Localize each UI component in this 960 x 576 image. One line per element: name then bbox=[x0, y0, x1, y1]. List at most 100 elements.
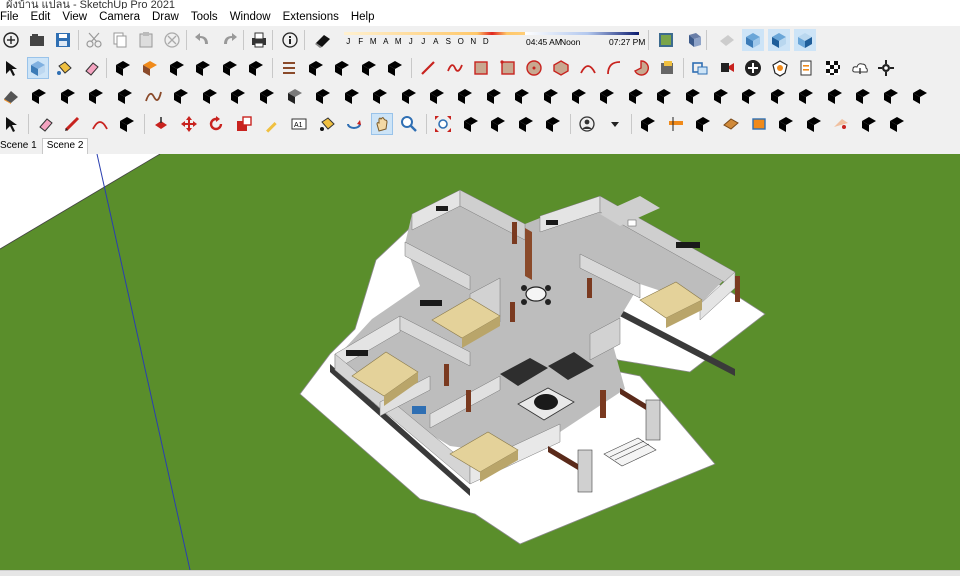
orbit-section-button[interactable] bbox=[716, 29, 738, 51]
section-plane-button[interactable] bbox=[665, 113, 687, 135]
note-button[interactable] bbox=[767, 85, 789, 107]
shield-button[interactable] bbox=[769, 57, 791, 79]
wrap-button[interactable] bbox=[775, 113, 797, 135]
polygon-button[interactable] bbox=[550, 57, 572, 79]
columns-button[interactable] bbox=[426, 85, 448, 107]
text-button[interactable]: A1 bbox=[288, 113, 310, 135]
extrude-button[interactable] bbox=[596, 85, 618, 107]
add-location-button[interactable] bbox=[684, 29, 706, 51]
right-view-button[interactable] bbox=[794, 29, 816, 51]
add-button[interactable] bbox=[742, 57, 764, 79]
front-view-button[interactable] bbox=[768, 29, 790, 51]
grid-button[interactable] bbox=[454, 85, 476, 107]
shape-brown-button[interactable] bbox=[116, 113, 138, 135]
door-button[interactable] bbox=[139, 57, 161, 79]
sandbox-flip-button[interactable] bbox=[542, 113, 564, 135]
rotated-rectangle-button[interactable] bbox=[497, 57, 519, 79]
menu-window[interactable]: Window bbox=[224, 9, 277, 26]
component-button[interactable] bbox=[26, 57, 49, 79]
circle-button[interactable] bbox=[523, 57, 545, 79]
paste-button[interactable] bbox=[135, 29, 157, 51]
cut-button[interactable] bbox=[83, 29, 105, 51]
time-slider[interactable] bbox=[525, 32, 639, 35]
follow-path-button[interactable] bbox=[692, 113, 714, 135]
angle-button[interactable] bbox=[312, 85, 334, 107]
shadows-button[interactable] bbox=[312, 29, 334, 51]
freehand-button[interactable] bbox=[444, 57, 466, 79]
scene-tab-2[interactable]: Scene 2 bbox=[41, 138, 89, 154]
orbit-button[interactable] bbox=[343, 113, 365, 135]
paint-bucket-button[interactable] bbox=[53, 57, 75, 79]
cube-wire-button[interactable] bbox=[170, 85, 192, 107]
cloud-upload-button[interactable] bbox=[849, 57, 871, 79]
undo-button[interactable] bbox=[192, 29, 214, 51]
menu-tools[interactable]: Tools bbox=[185, 9, 224, 26]
bars-alt-button[interactable] bbox=[738, 85, 760, 107]
house-button[interactable] bbox=[166, 57, 188, 79]
model-canvas[interactable] bbox=[0, 154, 960, 570]
cube-line-button[interactable] bbox=[199, 85, 221, 107]
model-info-box-button[interactable] bbox=[656, 57, 678, 79]
zoom-button[interactable] bbox=[398, 113, 420, 135]
cut-red-button[interactable] bbox=[830, 113, 852, 135]
corner-button[interactable] bbox=[256, 85, 278, 107]
erase-button[interactable] bbox=[161, 29, 183, 51]
two-point-arc-button[interactable] bbox=[603, 57, 625, 79]
print-button[interactable] bbox=[248, 29, 270, 51]
menu-file[interactable]: File bbox=[0, 9, 25, 26]
rotate-button[interactable] bbox=[205, 113, 227, 135]
rectangle-button[interactable] bbox=[470, 57, 492, 79]
wood-button[interactable] bbox=[720, 113, 742, 135]
sandbox-drape-button[interactable] bbox=[515, 113, 537, 135]
move-button[interactable] bbox=[178, 113, 200, 135]
settings-button[interactable] bbox=[875, 57, 897, 79]
scale-button[interactable] bbox=[233, 113, 255, 135]
tape-measure-button[interactable] bbox=[260, 113, 282, 135]
box-button[interactable] bbox=[245, 57, 267, 79]
modeling-viewport[interactable] bbox=[0, 154, 960, 570]
hatch-button[interactable] bbox=[795, 85, 817, 107]
shape-button[interactable] bbox=[511, 85, 533, 107]
double-arrow-button[interactable] bbox=[858, 113, 880, 135]
sandbox-wave-button[interactable] bbox=[460, 113, 482, 135]
warehouse-button[interactable] bbox=[112, 57, 134, 79]
loop-button[interactable] bbox=[85, 85, 107, 107]
sandbox-layers-button[interactable] bbox=[487, 113, 509, 135]
doc-button[interactable] bbox=[795, 57, 817, 79]
pan-button[interactable] bbox=[370, 113, 393, 135]
mesh-button[interactable] bbox=[880, 85, 902, 107]
menu-edit[interactable]: Edit bbox=[25, 9, 57, 26]
eraser-button[interactable] bbox=[80, 57, 102, 79]
layer-cube-button[interactable] bbox=[384, 57, 406, 79]
model-info-button[interactable] bbox=[279, 29, 301, 51]
link-button[interactable] bbox=[142, 85, 164, 107]
redo-button[interactable] bbox=[218, 29, 240, 51]
stair-alt-button[interactable] bbox=[369, 85, 391, 107]
push-button[interactable] bbox=[568, 85, 590, 107]
dimensions-button[interactable] bbox=[689, 57, 711, 79]
orange-box-button[interactable] bbox=[748, 113, 770, 135]
glasses-button[interactable] bbox=[114, 85, 136, 107]
dropdown-button[interactable] bbox=[604, 113, 626, 135]
paint-button[interactable] bbox=[316, 113, 338, 135]
pencil-red-button[interactable] bbox=[61, 113, 83, 135]
terrain-button[interactable] bbox=[852, 85, 874, 107]
save-button[interactable] bbox=[52, 29, 74, 51]
scene-tab-1[interactable]: Scene 1 bbox=[0, 138, 42, 154]
menu-draw[interactable]: Draw bbox=[146, 9, 185, 26]
lines-button[interactable] bbox=[653, 85, 675, 107]
pencil-line-button[interactable] bbox=[417, 57, 439, 79]
select-button[interactable] bbox=[0, 57, 22, 79]
sweep-button[interactable] bbox=[625, 85, 647, 107]
shadow-settings-panel[interactable]: J F M A M J J A S O N D 04:45 AM Noon 07… bbox=[340, 29, 645, 51]
arc-red-button[interactable] bbox=[89, 113, 111, 135]
pie-button[interactable] bbox=[630, 57, 652, 79]
house-open-button[interactable] bbox=[219, 57, 241, 79]
copy-button[interactable] bbox=[109, 29, 131, 51]
bars-button[interactable] bbox=[710, 85, 732, 107]
open-button[interactable] bbox=[26, 29, 48, 51]
layer-blue-button[interactable] bbox=[358, 57, 380, 79]
layer-alt-button[interactable] bbox=[331, 57, 353, 79]
menu-help[interactable]: Help bbox=[345, 9, 381, 26]
pull-button[interactable] bbox=[540, 85, 562, 107]
